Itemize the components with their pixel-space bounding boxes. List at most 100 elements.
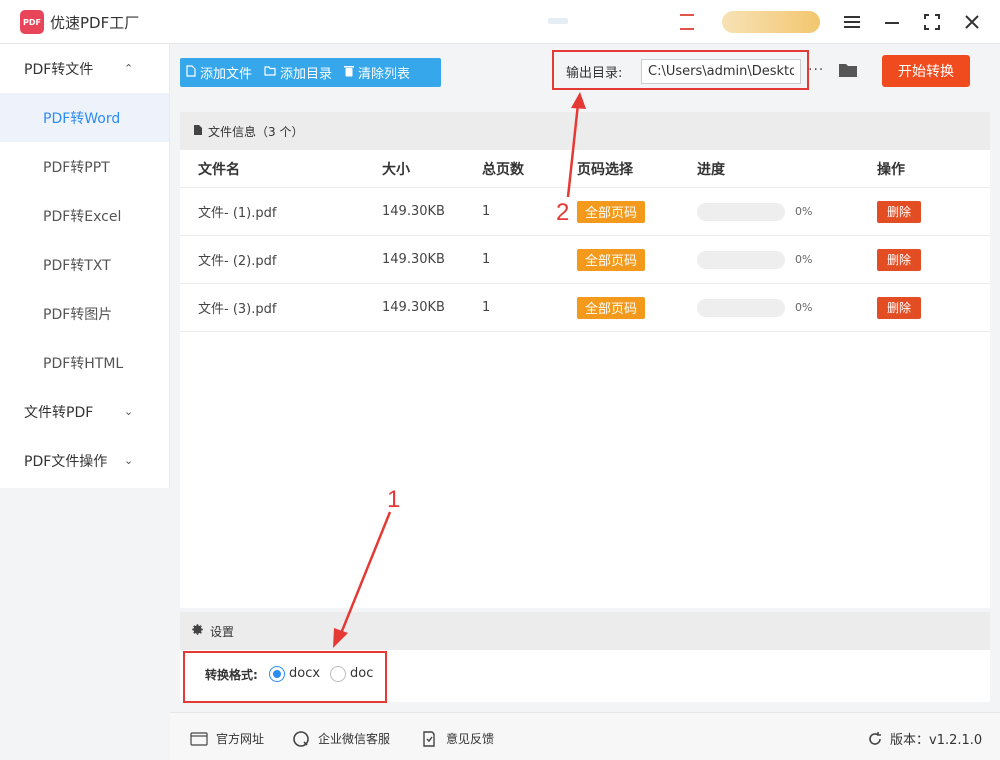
sidebar-item-pdf-to-ppt[interactable]: PDF转PPT — [0, 142, 169, 191]
wechat-service-link[interactable]: 企业微信客服 — [292, 730, 390, 747]
gear-icon — [191, 623, 204, 640]
menu-icon[interactable] — [838, 8, 866, 36]
delete-button[interactable]: 删除 — [877, 248, 921, 271]
add-folder-label: 添加目录 — [280, 67, 333, 82]
progress-text: 0% — [795, 205, 813, 218]
annotation-number-2: 2 — [556, 199, 570, 226]
titlebar-decoration — [548, 18, 568, 24]
progress-text: 0% — [795, 253, 813, 266]
trash-icon — [344, 65, 355, 80]
page-range-button[interactable]: 全部页码 — [577, 200, 646, 223]
column-header-pages: 总页数 — [482, 161, 524, 178]
sidebar-item-pdf-to-excel[interactable]: PDF转Excel — [0, 191, 169, 240]
refresh-icon[interactable] — [866, 731, 884, 747]
output-dir-input[interactable] — [641, 59, 801, 84]
clear-list-button[interactable]: 清除列表 — [338, 58, 416, 87]
chat-icon — [292, 730, 310, 747]
progress-bar — [697, 298, 785, 317]
folder-icon — [264, 66, 276, 79]
file-size: 149.30KB — [382, 252, 445, 267]
sidebar-group-label: PDF文件操作 — [24, 453, 108, 470]
document-icon — [193, 124, 203, 139]
sidebar-item-label: PDF转TXT — [43, 257, 111, 274]
table-row: 文件- (1).pdf 149.30KB 1 全部页码 0% 删除 — [180, 188, 990, 236]
format-radio-docx[interactable] — [269, 666, 285, 682]
format-label: 转换格式: — [205, 668, 258, 682]
clear-list-label: 清除列表 — [358, 67, 411, 82]
file-size: 149.30KB — [382, 300, 445, 315]
app-logo: PDF — [20, 10, 44, 34]
settings-header: 设置 — [180, 612, 990, 650]
sidebar-group-file-to-pdf[interactable]: 文件转PDF ⌄ — [0, 387, 169, 436]
website-icon — [190, 731, 208, 747]
table-row: 文件- (3).pdf 149.30KB 1 全部页码 0% 删除 — [180, 284, 990, 332]
maximize-icon[interactable] — [918, 8, 946, 36]
add-file-label: 添加文件 — [200, 67, 253, 82]
wechat-service-label: 企业微信客服 — [318, 732, 391, 746]
column-header-size: 大小 — [382, 161, 410, 178]
file-size: 149.30KB — [382, 204, 445, 219]
format-radio-docx-label[interactable]: docx — [289, 666, 320, 681]
file-icon — [186, 65, 196, 80]
feedback-icon — [420, 730, 438, 747]
sidebar-group-pdf-operations[interactable]: PDF文件操作 ⌄ — [0, 436, 169, 485]
add-folder-button[interactable]: 添加目录 — [258, 58, 338, 87]
open-folder-icon[interactable] — [838, 62, 858, 78]
file-table: 文件名 大小 总页数 页码选择 进度 操作 文件- (1).pdf 149.30… — [180, 150, 990, 332]
sidebar-item-label: PDF转Word — [43, 110, 121, 127]
file-pages: 1 — [482, 252, 491, 267]
sidebar-item-label: PDF转PPT — [43, 159, 110, 176]
vip-badge[interactable] — [722, 11, 820, 33]
version-info: 版本：v1.2.1.0 — [866, 729, 982, 748]
website-link[interactable]: 官方网址 — [190, 730, 264, 747]
feedback-label: 意见反馈 — [446, 732, 495, 746]
file-toolbar: 添加文件 添加目录 清除列表 — [180, 58, 441, 87]
title-bar: PDF 优速PDF工厂 — [0, 0, 1000, 44]
sidebar-item-pdf-to-html[interactable]: PDF转HTML — [0, 338, 169, 387]
page-range-button[interactable]: 全部页码 — [577, 296, 646, 319]
file-pages: 1 — [482, 204, 491, 219]
sidebar-group-label: 文件转PDF — [24, 404, 94, 421]
page-range-button[interactable]: 全部页码 — [577, 248, 646, 271]
file-name: 文件- (2).pdf — [198, 254, 277, 269]
minimize-icon[interactable] — [878, 8, 906, 36]
delete-button[interactable]: 删除 — [877, 296, 921, 319]
sidebar-item-pdf-to-txt[interactable]: PDF转TXT — [0, 240, 169, 289]
format-radio-doc-label[interactable]: doc — [350, 666, 373, 681]
annotation-number-1: 1 — [387, 486, 401, 513]
table-header: 文件名 大小 总页数 页码选择 进度 操作 — [180, 150, 990, 188]
file-info-title: 文件信息（3 个） — [208, 124, 304, 139]
format-radio-doc[interactable] — [330, 666, 346, 682]
more-options-button[interactable]: ··· — [808, 62, 824, 78]
settings-title: 设置 — [210, 624, 235, 639]
file-list-panel: 文件信息（3 个） 文件名 大小 总页数 页码选择 进度 操作 文件- (1).… — [180, 112, 990, 608]
chevron-down-icon: ⌄ — [124, 454, 134, 467]
close-icon[interactable] — [958, 8, 986, 36]
feedback-link[interactable]: 意见反馈 — [420, 730, 494, 747]
add-file-button[interactable]: 添加文件 — [180, 58, 258, 87]
output-dir-label: 输出目录: — [566, 66, 623, 81]
footer: 官方网址 企业微信客服 意见反馈 版本：v1.2.1.0 — [170, 712, 1000, 760]
sidebar: PDF转文件 ⌃ PDF转Word PDF转PPT PDF转Excel PDF转… — [0, 44, 170, 488]
sidebar-group-label: PDF转文件 — [24, 61, 94, 78]
start-convert-button[interactable]: 开始转换 — [882, 55, 970, 87]
delete-button[interactable]: 删除 — [877, 200, 921, 223]
chevron-down-icon: ⌄ — [124, 405, 134, 418]
column-header-name: 文件名 — [198, 161, 240, 178]
sidebar-group-pdf-to-file[interactable]: PDF转文件 ⌃ — [0, 44, 169, 93]
sidebar-item-pdf-to-image[interactable]: PDF转图片 — [0, 289, 169, 338]
app-title: 优速PDF工厂 — [50, 14, 140, 32]
file-name: 文件- (1).pdf — [198, 206, 277, 221]
website-label: 官方网址 — [216, 732, 265, 746]
column-header-range: 页码选择 — [577, 161, 633, 178]
file-pages: 1 — [482, 300, 491, 315]
column-header-operation: 操作 — [877, 161, 905, 178]
sidebar-item-label: PDF转图片 — [43, 306, 113, 323]
column-header-progress: 进度 — [697, 161, 725, 178]
progress-text: 0% — [795, 301, 813, 314]
table-row: 文件- (2).pdf 149.30KB 1 全部页码 0% 删除 — [180, 236, 990, 284]
sidebar-item-label: PDF转HTML — [43, 355, 124, 372]
sidebar-item-pdf-to-word[interactable]: PDF转Word — [0, 93, 169, 142]
sidebar-item-label: PDF转Excel — [43, 208, 122, 225]
file-info-header: 文件信息（3 个） — [180, 112, 990, 150]
